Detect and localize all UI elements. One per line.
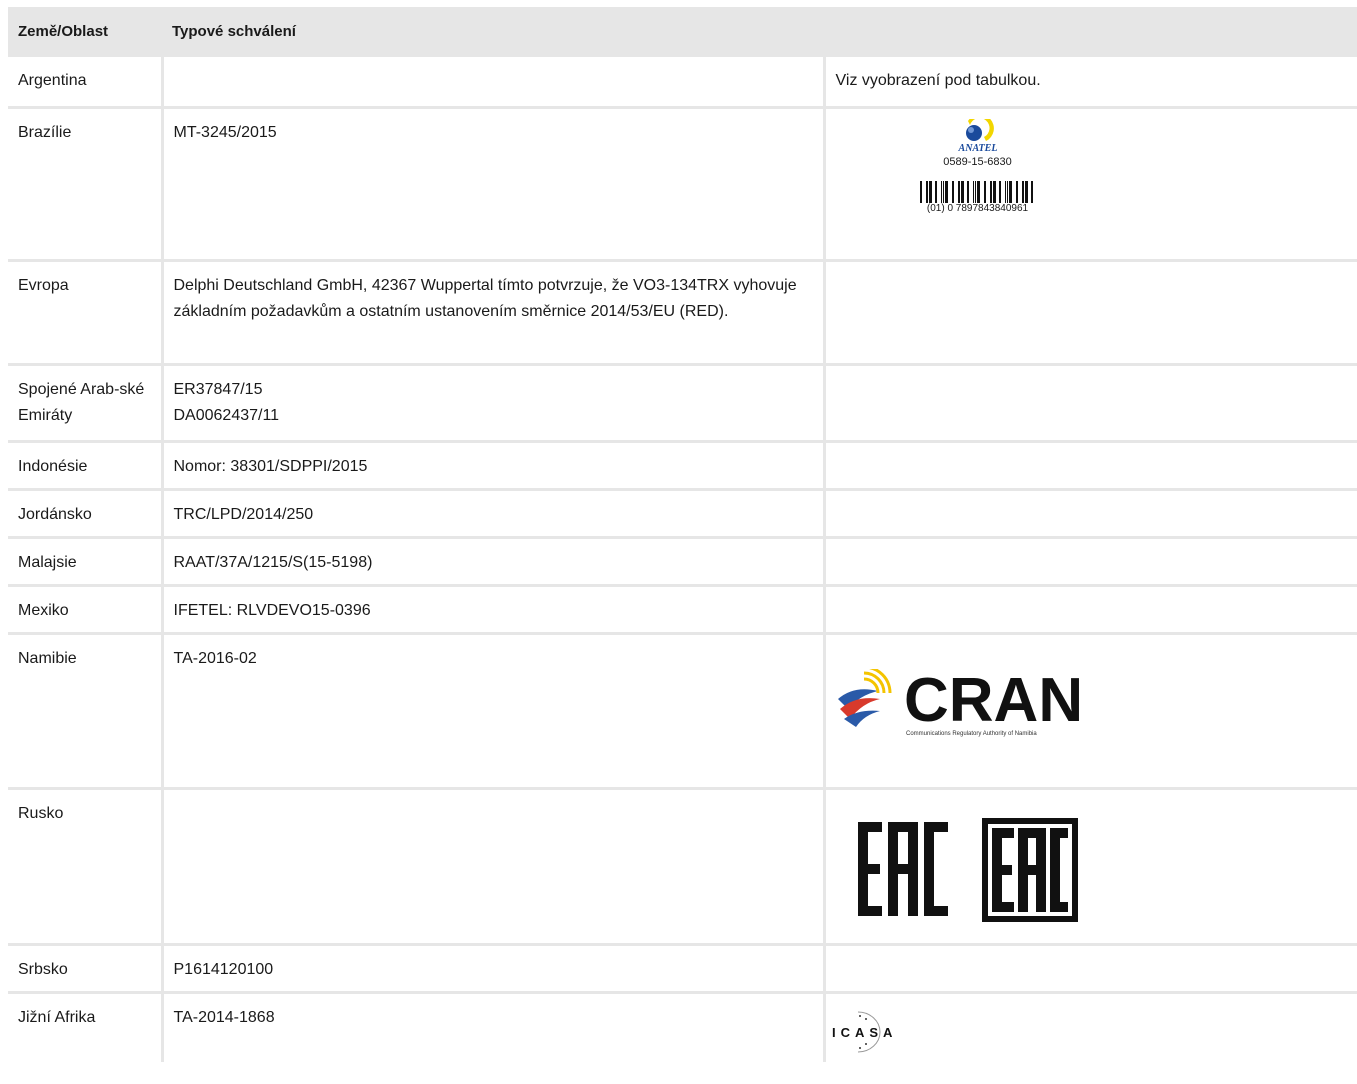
cran-logo-icon: CRAN Communications Regulatory Authority…	[837, 668, 1083, 737]
anatel-logo-icon: ANATEL	[957, 118, 997, 153]
anatel-label: ANATEL 0589-15-6830 (01) 0 7897843840961	[918, 118, 1038, 214]
header-approval: Typové schválení	[162, 7, 1357, 57]
country-cell: Evropa	[8, 260, 164, 366]
country-cell: Namibie	[8, 633, 164, 790]
table-row: Jižní Afrika TA-2014-1868 ICASA	[8, 992, 1357, 1062]
approval-cell: TRC/LPD/2014/250	[162, 489, 826, 539]
anatel-brand: ANATEL	[957, 143, 997, 153]
approval-cell: Nomor: 38301/SDPPI/2015	[162, 441, 826, 491]
approval-cell: TA-2016-02	[162, 633, 826, 790]
country-cell: Jižní Afrika	[8, 992, 164, 1062]
approval-cell: TA-2014-1868	[162, 992, 826, 1062]
approval-cell	[162, 788, 826, 946]
table-header-row: Země/Oblast Typové schválení	[8, 7, 1357, 57]
approval-cell: MT-3245/2015	[162, 107, 826, 262]
anatel-number: 0589-15-6830	[943, 155, 1012, 168]
country-cell: Rusko	[8, 788, 164, 946]
approval-cell: RAAT/37A/1215/S(15-5198)	[162, 537, 826, 587]
country-cell: Malajsie	[8, 537, 164, 587]
country-cell: Brazílie	[8, 107, 164, 262]
icasa-logo-icon: ICASA	[832, 1011, 897, 1052]
table-row: Rusko	[8, 788, 1357, 946]
approval-line: ER37847/15	[173, 380, 263, 398]
approval-cell: ER37847/15 DA0062437/11	[162, 364, 826, 443]
table-row: Namibie TA-2016-02 CRAN Communications R…	[8, 633, 1357, 790]
approval-cell: IFETEL: RLVDEVO15-0396	[162, 585, 826, 635]
note-cell	[824, 944, 1357, 994]
note-cell	[824, 441, 1357, 491]
country-cell: Srbsko	[8, 944, 164, 994]
barcode-icon	[919, 180, 1033, 203]
approval-cell: Delphi Deutschland GmbH, 42367 Wuppertal…	[162, 260, 826, 366]
icasa-wordmark: ICASA	[832, 1025, 897, 1040]
approval-table-wrapper: Země/Oblast Typové schválení Argentina V…	[8, 7, 1357, 1062]
table-row: Jordánsko TRC/LPD/2014/250	[8, 489, 1357, 539]
logo-cell	[824, 788, 1357, 946]
logo-cell: ANATEL 0589-15-6830 (01) 0 7897843840961	[824, 107, 1357, 262]
table-row: Mexiko IFETEL: RLVDEVO15-0396	[8, 585, 1357, 635]
approval-line: DA0062437/11	[173, 406, 280, 424]
note-cell	[824, 260, 1357, 366]
header-country: Země/Oblast	[8, 7, 162, 57]
table-row: Indonésie Nomor: 38301/SDPPI/2015	[8, 441, 1357, 491]
cran-tagline: Communications Regulatory Authority of N…	[906, 731, 1037, 737]
table-row: Malajsie RAAT/37A/1215/S(15-5198)	[8, 537, 1357, 587]
country-cell: Jordánsko	[8, 489, 164, 539]
note-cell	[824, 585, 1357, 635]
note-cell	[824, 364, 1357, 443]
cran-wordmark: CRAN	[904, 669, 1083, 735]
approval-cell	[162, 57, 826, 109]
note-cell: Viz vyobrazení pod tabulkou.	[824, 57, 1357, 109]
table-row: Evropa Delphi Deutschland GmbH, 42367 Wu…	[8, 260, 1357, 366]
table-row: Spojené Arab-ské Emiráty ER37847/15 DA00…	[8, 364, 1357, 443]
logo-cell: CRAN Communications Regulatory Authority…	[824, 633, 1357, 790]
table-row: Srbsko P1614120100	[8, 944, 1357, 994]
table-row: Argentina Viz vyobrazení pod tabulkou.	[8, 57, 1357, 109]
note-cell	[824, 537, 1357, 587]
country-cell: Argentina	[8, 57, 164, 109]
eac-mark-icon	[857, 817, 1078, 922]
country-cell: Indonésie	[8, 441, 164, 491]
logo-cell: ICASA	[824, 992, 1357, 1062]
note-cell	[824, 489, 1357, 539]
barcode-number: (01) 0 7897843840961	[926, 202, 1029, 214]
country-cell: Mexiko	[8, 585, 164, 635]
type-approval-table: Země/Oblast Typové schválení Argentina V…	[8, 7, 1357, 1062]
table-row: Brazílie MT-3245/2015 ANATEL 0589-15-683…	[8, 107, 1357, 262]
approval-cell: P1614120100	[162, 944, 826, 994]
country-cell: Spojené Arab-ské Emiráty	[8, 364, 164, 443]
